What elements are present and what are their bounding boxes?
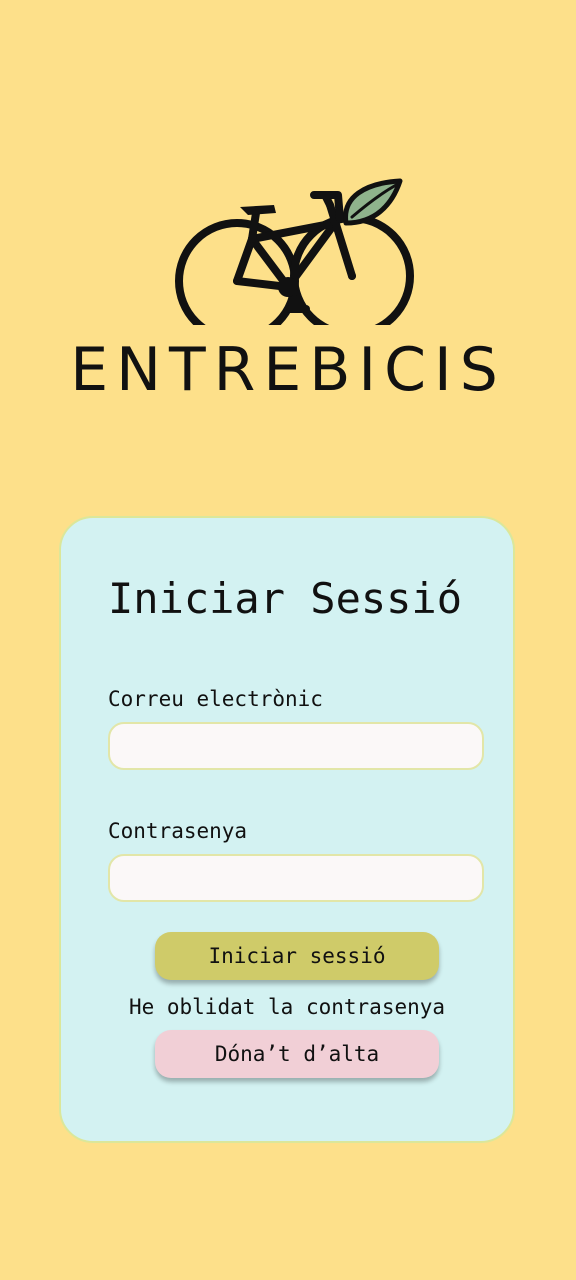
login-button[interactable]: Iniciar sessió <box>155 932 439 980</box>
signup-button[interactable]: Dóna’t d’alta <box>155 1030 439 1078</box>
email-label: Correu electrònic <box>108 687 323 711</box>
forgot-password-link[interactable]: He oblidat la contrasenya <box>61 994 513 1020</box>
password-label: Contrasenya <box>108 819 248 843</box>
bicycle-with-leaf-icon <box>175 178 414 325</box>
brand-name: ENTREBICIS <box>70 335 506 405</box>
email-field[interactable] <box>108 722 484 770</box>
password-field[interactable] <box>108 854 484 902</box>
login-title: Iniciar Sessió <box>108 574 463 623</box>
login-card: Iniciar Sessió Correu electrònic Contras… <box>59 516 515 1143</box>
app-logo: ENTREBICIS <box>0 175 576 405</box>
